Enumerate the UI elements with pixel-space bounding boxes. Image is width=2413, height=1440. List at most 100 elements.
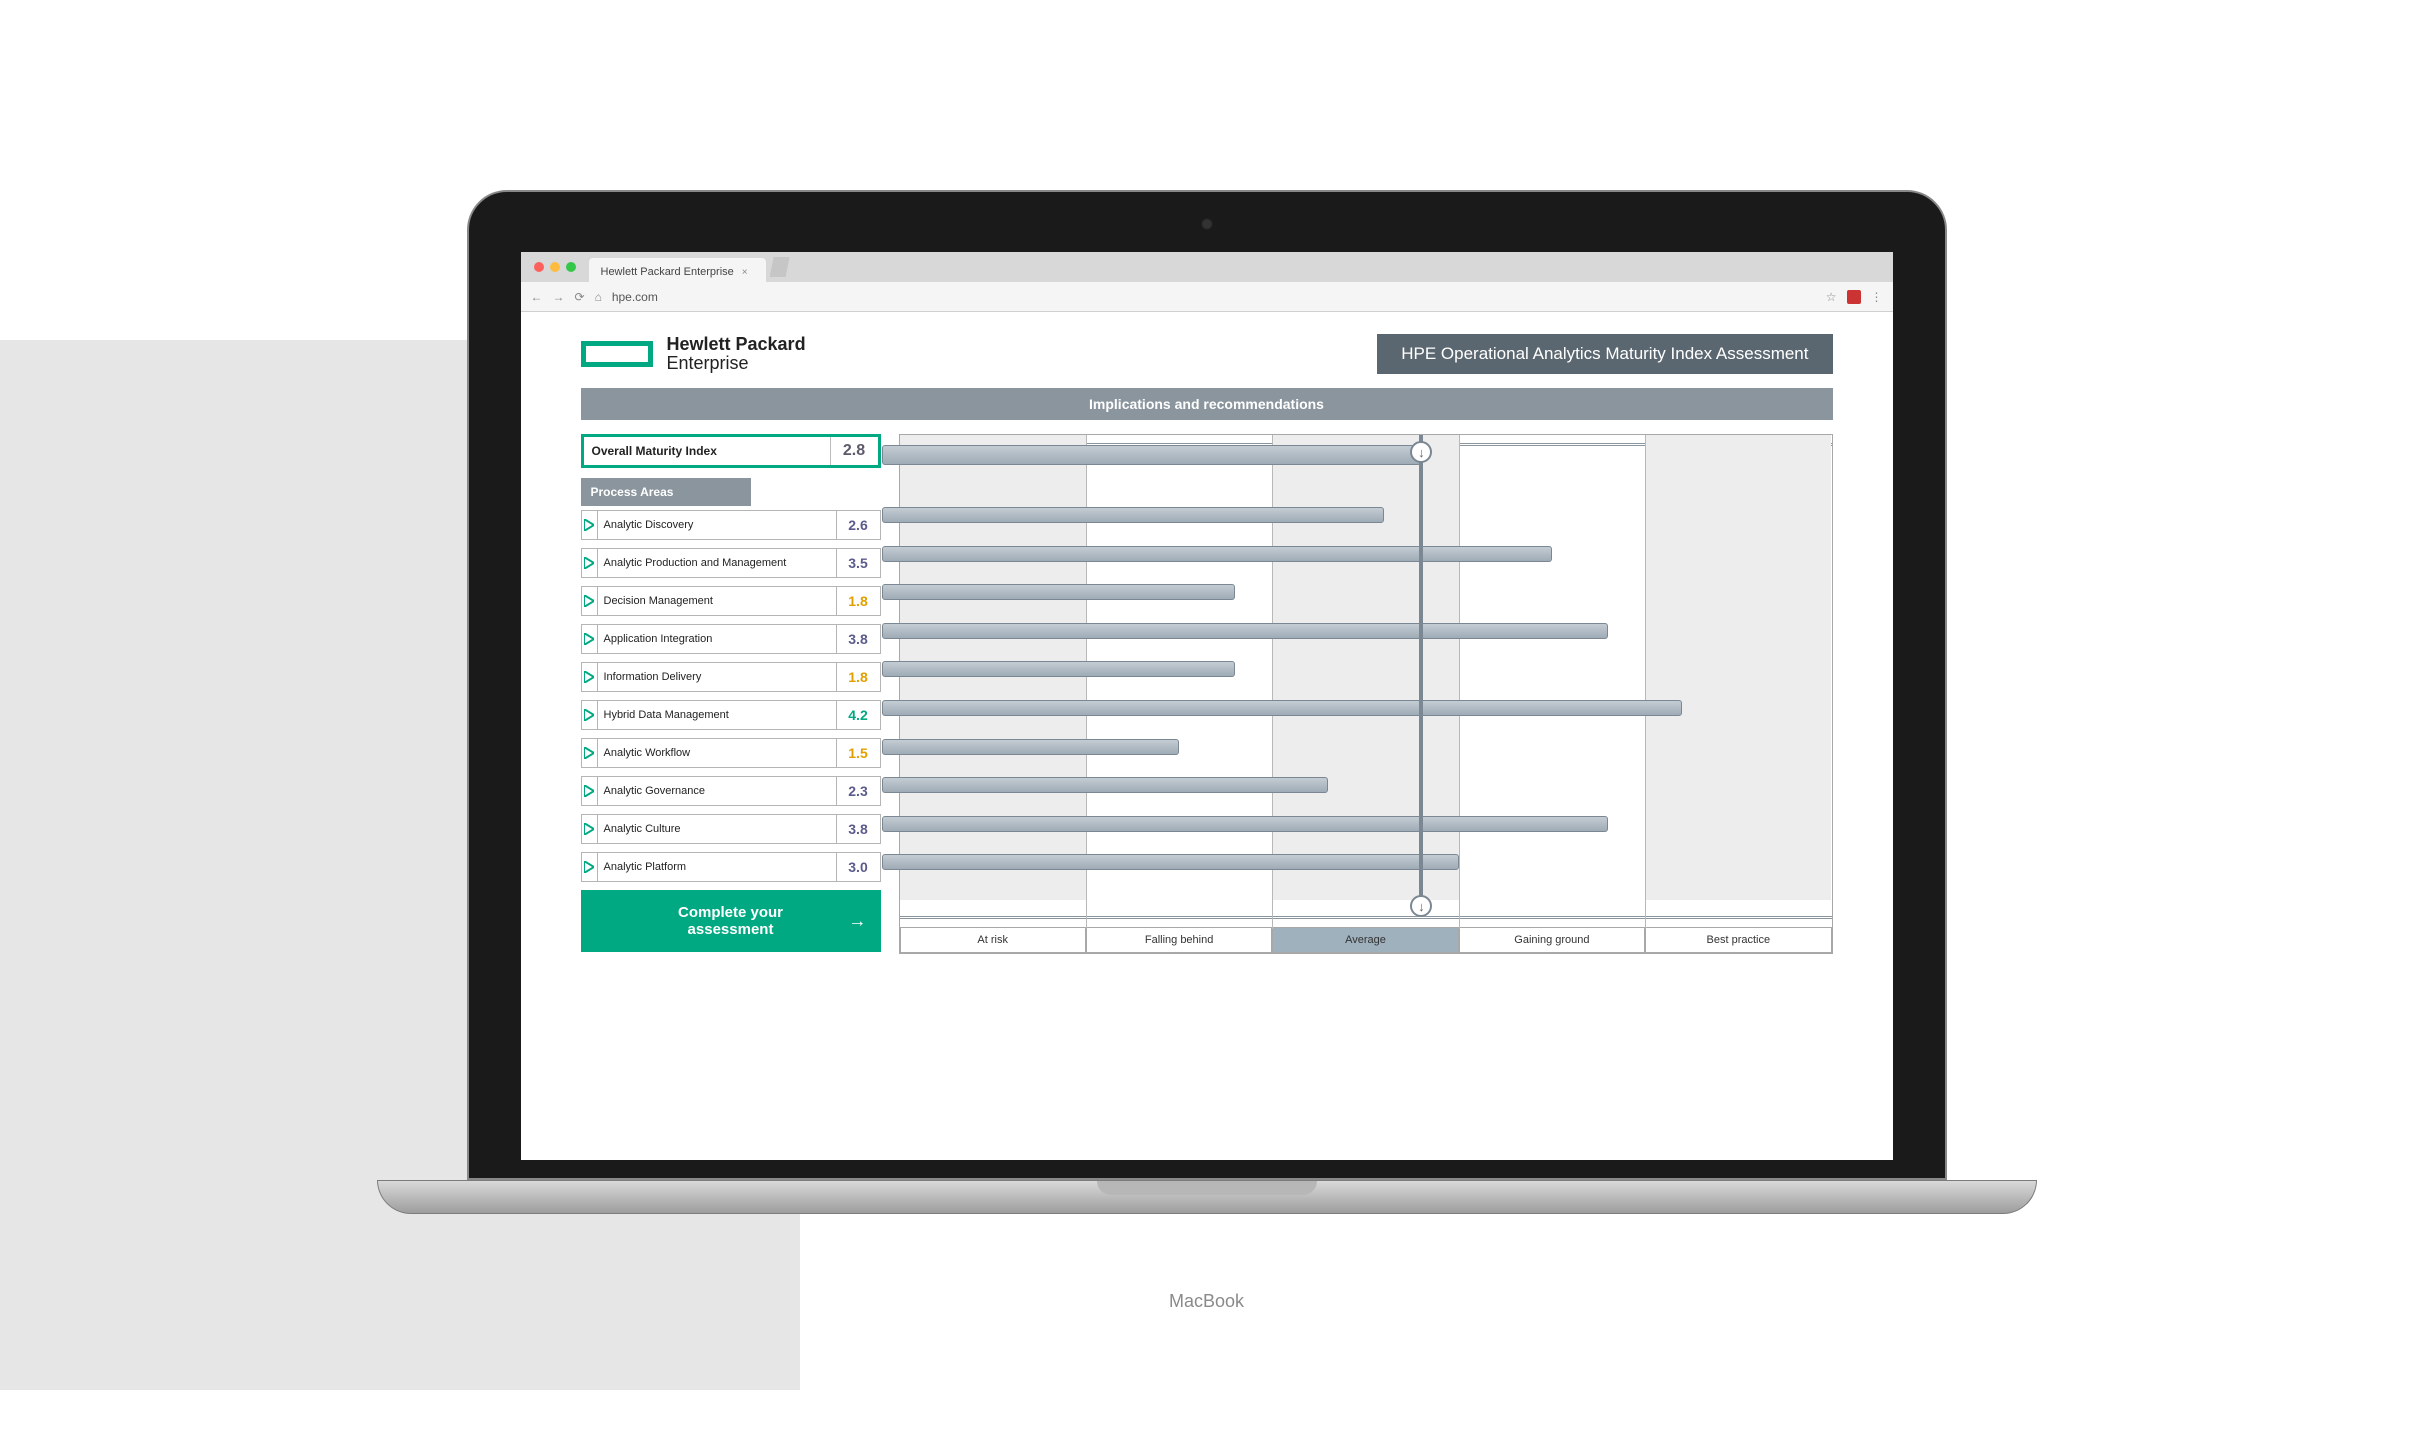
- tab-title: Hewlett Packard Enterprise: [601, 266, 734, 278]
- process-area-value: 4.2: [836, 701, 880, 729]
- expand-triangle-icon[interactable]: [582, 625, 598, 653]
- expand-triangle-icon[interactable]: [582, 853, 598, 881]
- forward-icon[interactable]: →: [553, 290, 565, 304]
- page-content: Hewlett Packard Enterprise HPE Operation…: [521, 312, 1893, 984]
- chart-rule-bottom: [900, 916, 1832, 919]
- chart-area: At riskFalling behindAverageGaining grou…: [899, 434, 1833, 954]
- process-area-label: Analytic Production and Management: [598, 557, 836, 569]
- extension-icon[interactable]: [1847, 290, 1861, 304]
- window-maximize-icon[interactable]: [566, 262, 576, 272]
- cta-line1: Complete your: [591, 904, 871, 921]
- process-area-label: Analytic Governance: [598, 785, 836, 797]
- logo-line2: Enterprise: [667, 354, 806, 373]
- overall-value: 2.8: [830, 437, 878, 465]
- laptop-mockup: Hewlett Packard Enterprise × ← → ⟳ ⌂ hpe…: [377, 190, 2037, 1250]
- expand-triangle-icon[interactable]: [582, 587, 598, 615]
- hpe-logo-mark: [581, 341, 653, 367]
- process-bar: [882, 507, 1385, 523]
- zone-divider: [1459, 435, 1460, 929]
- average-marker-line: [1419, 435, 1423, 900]
- process-area-label: Hybrid Data Management: [598, 709, 836, 721]
- expand-triangle-icon[interactable]: [582, 511, 598, 539]
- laptop-base: [377, 1180, 2037, 1214]
- close-tab-icon[interactable]: ×: [742, 267, 748, 278]
- device-label: MacBook: [377, 1291, 2037, 1312]
- arrow-right-icon: →: [849, 911, 867, 932]
- chart-column: At riskFalling behindAverageGaining grou…: [899, 434, 1833, 954]
- process-area-label: Analytic Platform: [598, 861, 836, 873]
- hpe-logo: Hewlett Packard Enterprise: [581, 335, 806, 373]
- reload-icon[interactable]: ⟳: [575, 290, 585, 304]
- overall-bar: [882, 445, 1422, 465]
- expand-triangle-icon[interactable]: [582, 663, 598, 691]
- camera-icon: [1201, 218, 1213, 230]
- process-area-label: Application Integration: [598, 633, 836, 645]
- process-area-label: Decision Management: [598, 595, 836, 607]
- zone-label[interactable]: Best practice: [1645, 927, 1831, 953]
- process-area-value: 3.0: [836, 853, 880, 881]
- zone-labels: At riskFalling behindAverageGaining grou…: [900, 927, 1832, 953]
- new-tab-button[interactable]: [770, 257, 790, 277]
- process-area-row[interactable]: Analytic Production and Management3.5: [581, 548, 881, 578]
- process-bar: [882, 854, 1459, 870]
- page-header: Hewlett Packard Enterprise HPE Operation…: [581, 334, 1833, 374]
- expand-triangle-icon[interactable]: [582, 739, 598, 767]
- process-bar: [882, 700, 1683, 716]
- bookmark-icon[interactable]: ☆: [1826, 290, 1837, 304]
- process-area-row[interactable]: Information Delivery1.8: [581, 662, 881, 692]
- process-bar: [882, 661, 1236, 677]
- expand-triangle-icon[interactable]: [582, 549, 598, 577]
- menu-icon[interactable]: ⋮: [1871, 290, 1883, 304]
- process-area-value: 3.8: [836, 815, 880, 843]
- complete-assessment-button[interactable]: Complete your assessment →: [581, 890, 881, 952]
- process-area-value: 3.5: [836, 549, 880, 577]
- process-area-row[interactable]: Decision Management1.8: [581, 586, 881, 616]
- overall-index-box[interactable]: Overall Maturity Index 2.8: [581, 434, 881, 468]
- page-title: HPE Operational Analytics Maturity Index…: [1377, 334, 1832, 374]
- laptop-notch: [1097, 1181, 1317, 1195]
- process-area-row[interactable]: Analytic Platform3.0: [581, 852, 881, 882]
- marker-handle-icon[interactable]: ↓: [1410, 895, 1432, 917]
- process-area-value: 1.8: [836, 663, 880, 691]
- zone-divider: [1645, 435, 1646, 929]
- expand-triangle-icon[interactable]: [582, 815, 598, 843]
- zone-label[interactable]: Average: [1272, 927, 1458, 953]
- browser-tab[interactable]: Hewlett Packard Enterprise ×: [589, 258, 766, 282]
- zone-label[interactable]: Falling behind: [1086, 927, 1272, 953]
- process-bar: [882, 777, 1329, 793]
- process-areas-header: Process Areas: [581, 478, 751, 506]
- browser-toolbar: ← → ⟳ ⌂ hpe.com ☆ ⋮: [521, 282, 1893, 312]
- process-bar: [882, 546, 1552, 562]
- browser-tab-strip: Hewlett Packard Enterprise ×: [521, 252, 1893, 282]
- zone-label[interactable]: At risk: [900, 927, 1086, 953]
- process-bar: [882, 623, 1608, 639]
- process-area-row[interactable]: Hybrid Data Management4.2: [581, 700, 881, 730]
- url-text[interactable]: hpe.com: [612, 290, 658, 304]
- process-area-value: 1.8: [836, 587, 880, 615]
- expand-triangle-icon[interactable]: [582, 777, 598, 805]
- content-grid: Overall Maturity Index 2.8 Process Areas…: [581, 434, 1833, 954]
- process-area-label: Analytic Workflow: [598, 747, 836, 759]
- expand-triangle-icon[interactable]: [582, 701, 598, 729]
- logo-line1: Hewlett Packard: [667, 335, 806, 354]
- home-icon[interactable]: ⌂: [595, 290, 602, 304]
- window-close-icon[interactable]: [534, 262, 544, 272]
- process-area-value: 3.8: [836, 625, 880, 653]
- zone-label[interactable]: Gaining ground: [1459, 927, 1645, 953]
- laptop-screen-bezel: Hewlett Packard Enterprise × ← → ⟳ ⌂ hpe…: [467, 190, 1947, 1180]
- section-header: Implications and recommendations: [581, 388, 1833, 420]
- process-area-row[interactable]: Analytic Discovery2.6: [581, 510, 881, 540]
- cta-line2: assessment: [591, 921, 871, 938]
- back-icon[interactable]: ←: [531, 290, 543, 304]
- process-area-row[interactable]: Analytic Workflow1.5: [581, 738, 881, 768]
- window-minimize-icon[interactable]: [550, 262, 560, 272]
- process-area-row[interactable]: Analytic Culture3.8: [581, 814, 881, 844]
- process-area-value: 2.6: [836, 511, 880, 539]
- process-bar: [882, 816, 1608, 832]
- process-area-row[interactable]: Analytic Governance2.3: [581, 776, 881, 806]
- screen: Hewlett Packard Enterprise × ← → ⟳ ⌂ hpe…: [521, 252, 1893, 1160]
- process-area-row[interactable]: Application Integration3.8: [581, 624, 881, 654]
- process-area-value: 2.3: [836, 777, 880, 805]
- process-area-value: 1.5: [836, 739, 880, 767]
- process-bar: [882, 584, 1236, 600]
